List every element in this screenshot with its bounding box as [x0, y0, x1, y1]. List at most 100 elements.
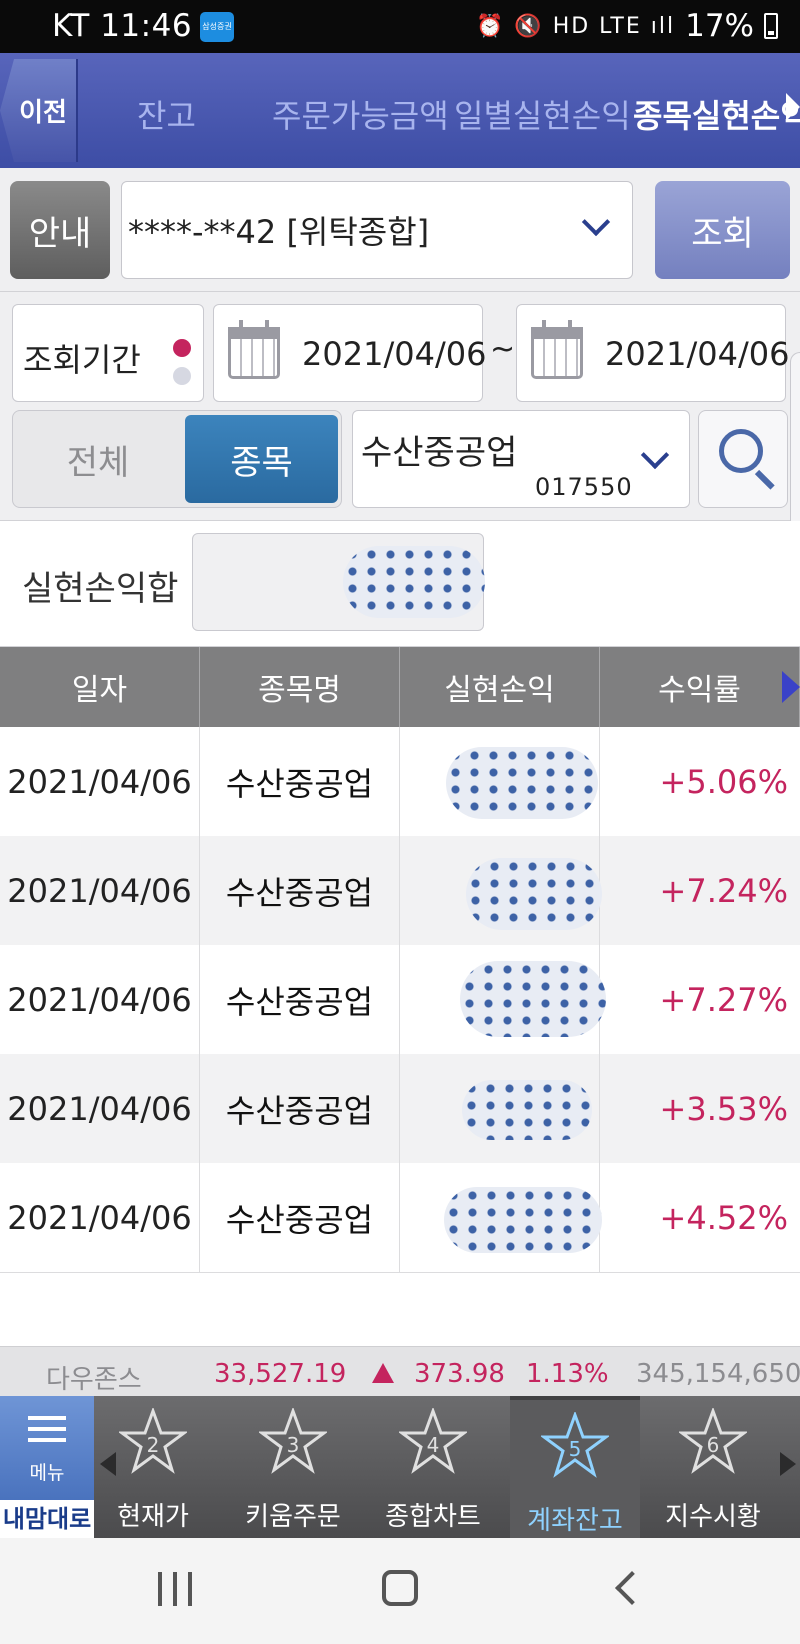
chevron-down-icon [581, 207, 611, 237]
menu-label: 메뉴 [29, 1462, 65, 1484]
account-select[interactable]: ****-**42 [위탁종합] [121, 181, 633, 279]
row-date: 2021/04/06 [0, 836, 200, 945]
nav-number: 6 [707, 1433, 720, 1457]
end-date-value: 2021/04/06 [605, 335, 790, 373]
battery-icon [764, 13, 778, 39]
nav-label: 계좌잔고 [527, 1506, 623, 1536]
nav-label: 지수시황 [665, 1502, 761, 1532]
ticker-change: 373.98 [414, 1359, 505, 1389]
table-row[interactable]: 2021/04/06 수산중공업 +5.06% [0, 727, 800, 836]
masked-value [462, 1080, 592, 1140]
mydesk-button[interactable]: 내맘대로 [0, 1500, 94, 1538]
index-ticker[interactable]: 다우존스 33,527.19 373.98 1.13% 345,154,650 [0, 1346, 800, 1396]
table-body: 2021/04/06 수산중공업 +5.06% 2021/04/06 수산중공업… [0, 727, 800, 1272]
carrier-time: KT 11:46 [52, 8, 193, 44]
ticker-percent: 1.13% [526, 1359, 609, 1389]
column-scroll-right-icon[interactable] [782, 671, 800, 703]
menu-button[interactable]: 메뉴 내맘대로 [0, 1396, 94, 1538]
status-bar: KT 11:46 삼성증권 ⏰ 🔇 HD LTE ıll 17% [0, 0, 800, 53]
masked-value [466, 858, 602, 930]
column-header-return-rate[interactable]: 수익률 [600, 647, 800, 727]
nav-item-index-market[interactable]: 6 지수시황 [648, 1396, 778, 1538]
app-badge-icon: 삼성증권 [200, 12, 234, 42]
row-return-rate: +3.53% [659, 1089, 788, 1128]
row-realized-pnl [400, 1163, 602, 1272]
signal-icon: ⏰ 🔇 HD LTE ıll [475, 13, 676, 39]
period-selector[interactable]: 조회기간 [12, 304, 204, 402]
segment-stock[interactable]: 종목 [185, 415, 338, 503]
row-realized-pnl [400, 945, 606, 1054]
tab-orderable-amount[interactable]: 주문가능금액 [272, 91, 449, 137]
recent-apps-icon[interactable] [158, 1572, 192, 1606]
tab-stock-realized-pnl[interactable]: 종목실현손익 [633, 91, 800, 137]
row-return-rate: +4.52% [659, 1198, 788, 1237]
row-stock-name: 수산중공업 [200, 1054, 400, 1163]
nav-item-current-price[interactable]: 2 현재가 [88, 1396, 218, 1538]
account-row: 안내 ****-**42 [위탁종합] 조회 [0, 168, 800, 292]
row-realized-pnl [400, 1054, 600, 1163]
stock-name: 수산중공업 [361, 433, 518, 473]
column-header-stock-name[interactable]: 종목명 [200, 647, 400, 727]
row-stock-name: 수산중공업 [200, 727, 400, 836]
ticker-volume: 345,154,650 [636, 1359, 800, 1389]
table-row[interactable]: 2021/04/06 수산중공업 +3.53% [0, 1054, 800, 1163]
segment-all[interactable]: 전체 [13, 411, 183, 507]
row-stock-name: 수산중공업 [200, 945, 400, 1054]
nav-scroll-right-icon[interactable] [780, 1452, 796, 1476]
star-icon: 3 [259, 1408, 327, 1474]
tab-balance[interactable]: 잔고 [137, 91, 196, 137]
realized-sum-area: 실현손익합 [0, 521, 800, 647]
home-icon[interactable] [382, 1570, 418, 1606]
masked-value [444, 1187, 602, 1253]
row-date: 2021/04/06 [0, 1054, 200, 1163]
star-icon: 6 [679, 1408, 747, 1474]
star-icon: 2 [119, 1408, 187, 1474]
masked-value [460, 961, 606, 1037]
guide-button[interactable]: 안내 [10, 181, 110, 279]
table-header: 일자 종목명 실현손익 수익률 [0, 647, 800, 727]
table-row[interactable]: 2021/04/06 수산중공업 +4.52% [0, 1163, 800, 1272]
tab-bar: 이전 잔고 주문가능금액 일별실현손익 종목실현손익 [0, 53, 800, 168]
end-date-field[interactable]: 2021/04/06 [516, 304, 790, 402]
back-button[interactable]: 이전 [0, 59, 78, 162]
tab-scroll-right-icon[interactable] [786, 93, 800, 121]
search-icon-handle [754, 469, 775, 490]
column-header-realized-pnl[interactable]: 실현손익 [400, 647, 600, 727]
calendar-icon [531, 320, 583, 379]
stock-select[interactable]: 수산중공업 017550 [352, 410, 690, 508]
realized-sum-label: 실현손익합 [22, 569, 179, 609]
up-triangle-icon [372, 1363, 394, 1383]
start-date-field[interactable]: 2021/04/06 [213, 304, 487, 402]
chevron-down-icon [640, 440, 670, 470]
filter-area: 조회기간 2021/04/06 ~ 2021/04/06 전체 종목 수산중공업… [0, 292, 800, 521]
row-realized-pnl [400, 727, 600, 836]
nav-item-account-balance[interactable]: 5 계좌잔고 [510, 1396, 640, 1538]
nav-item-kiwoom-order[interactable]: 3 키움주문 [228, 1396, 358, 1538]
battery-percent: 17% [685, 8, 754, 44]
query-button[interactable]: 조회 [655, 181, 790, 279]
nav-number: 3 [287, 1433, 300, 1457]
system-nav-bar [0, 1538, 800, 1644]
star-icon: 4 [399, 1408, 467, 1474]
hamburger-icon [28, 1416, 66, 1442]
period-dot-active-icon [173, 339, 191, 357]
row-return-rate: +7.27% [659, 980, 788, 1019]
row-date: 2021/04/06 [0, 1163, 200, 1272]
masked-value [446, 747, 598, 819]
scope-segment: 전체 종목 [12, 410, 342, 508]
nav-label: 키움주문 [245, 1502, 341, 1532]
start-date-value: 2021/04/06 [302, 335, 487, 373]
row-stock-name: 수산중공업 [200, 1163, 400, 1272]
column-header-date[interactable]: 일자 [0, 647, 200, 727]
calendar-icon [228, 320, 280, 379]
nav-label: 종합차트 [385, 1502, 481, 1532]
table-row[interactable]: 2021/04/06 수산중공업 +7.27% [0, 945, 800, 1054]
table-row[interactable]: 2021/04/06 수산중공업 +7.24% [0, 836, 800, 945]
nav-number: 5 [569, 1437, 582, 1461]
back-icon[interactable] [615, 1571, 649, 1605]
account-value: ****-**42 [위탁종합] [128, 213, 430, 251]
tab-daily-realized-pnl[interactable]: 일별실현손익 [454, 91, 631, 137]
search-button[interactable] [698, 410, 788, 508]
star-icon: 5 [541, 1412, 609, 1478]
nav-item-composite-chart[interactable]: 4 종합차트 [368, 1396, 498, 1538]
